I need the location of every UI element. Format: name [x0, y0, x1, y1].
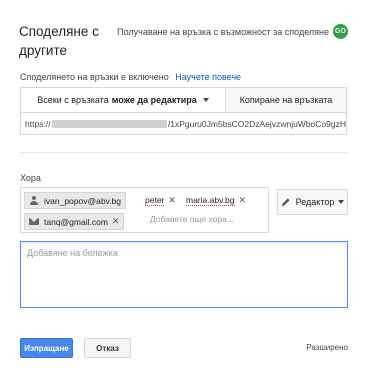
link-permission-dropdown[interactable]: Всеки с връзката може да редактира [21, 88, 226, 112]
chevron-down-icon [338, 200, 345, 204]
recipient-chip[interactable]: ivan_popov@abv.bg [24, 192, 126, 209]
pencil-icon [281, 198, 290, 206]
get-shareable-link-label: Получаване на връзка с възможност за спо… [117, 26, 329, 37]
advanced-link[interactable]: Разширено [306, 343, 348, 352]
link-url-suffix: /1xPguru0Jm5bsCO2DzAejvzwnjuWboCo9gzH [167, 118, 346, 129]
note-textarea[interactable] [20, 241, 348, 308]
recipient-chip[interactable]: peter ✕ [145, 192, 176, 209]
recipient-chip[interactable]: tanq@gmail.com ✕ [24, 213, 125, 230]
link-icon[interactable]: GO [333, 24, 348, 39]
remove-recipient-icon[interactable]: ✕ [112, 216, 120, 227]
redacted-url-segment [51, 119, 167, 128]
role-label: Редактор [295, 197, 335, 207]
send-button[interactable]: Изпращане [20, 338, 73, 358]
role-dropdown[interactable]: Редактор [277, 189, 348, 215]
mail-icon [29, 218, 39, 225]
chevron-down-icon [202, 98, 209, 102]
people-label: Хора [20, 173, 41, 183]
permission-prefix: Всеки с връзката [37, 95, 109, 105]
recipient-chip-text: tanq@gmail.com [44, 216, 108, 227]
permission-value: може да редактира [111, 95, 197, 105]
link-sharing-status-text: Споделянето на връзки е включено [20, 72, 169, 82]
copy-link-button[interactable]: Копиране на връзката [226, 88, 346, 112]
link-sharing-status: Споделянето на връзки е включено Научете… [20, 72, 241, 82]
recipient-chip-text: ivan_popov@abv.bg [44, 195, 121, 206]
add-people-input[interactable] [150, 214, 265, 224]
recipient-chip-text: peter [145, 195, 165, 206]
divider [20, 152, 347, 153]
get-shareable-link[interactable]: Получаване на връзка с възможност за спо… [117, 24, 348, 39]
link-url-prefix: https:// [25, 118, 51, 129]
dialog-title: Споделяне с другите [19, 24, 99, 58]
link-permission-row: Всеки с връзката може да редактира Копир… [20, 87, 347, 113]
recipient-chip[interactable]: maria.abv.bg ✕ [186, 192, 246, 209]
remove-recipient-icon[interactable]: ✕ [168, 195, 176, 206]
learn-more-link[interactable]: Научете повече [175, 72, 241, 82]
remove-recipient-icon[interactable]: ✕ [239, 195, 247, 206]
share-link-field[interactable]: https:// /1xPguru0Jm5bsCO2DzAejvzwnjuWbo… [20, 113, 347, 135]
person-icon [29, 195, 39, 206]
people-input-box[interactable]: ivan_popov@abv.bg peter ✕ maria.abv.bg ✕… [20, 187, 269, 233]
recipient-chip-text: maria.abv.bg [186, 195, 235, 206]
share-dialog: Споделяне с другите Получаване на връзка… [0, 0, 368, 368]
cancel-button[interactable]: Отказ [84, 338, 131, 358]
